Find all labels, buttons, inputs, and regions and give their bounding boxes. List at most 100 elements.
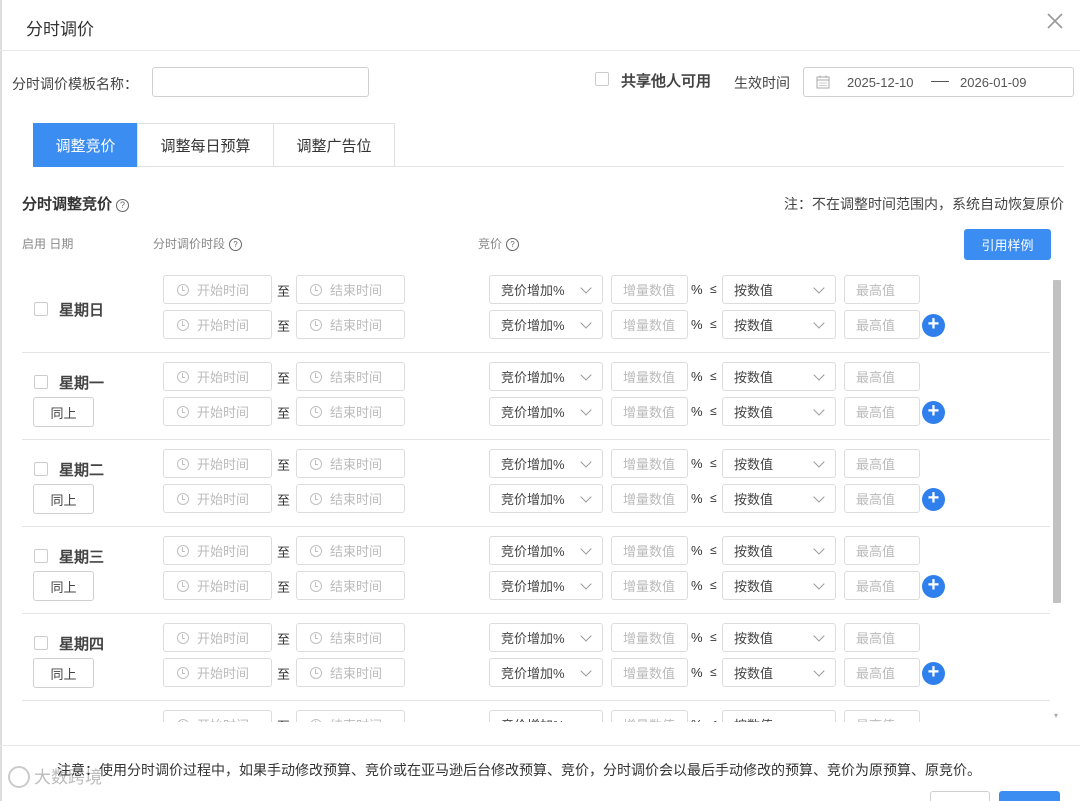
bid-mode-value: 竞价增加% [501, 283, 565, 298]
date-end[interactable]: 2026-01-09 [960, 75, 1027, 90]
start-time-input[interactable]: 开始时间 [163, 310, 272, 339]
bid-mode-select[interactable]: 竞价增加% [489, 362, 603, 391]
start-time-input[interactable]: 开始时间 [163, 362, 272, 391]
help-icon[interactable]: ? [506, 238, 520, 251]
end-time-input[interactable]: 结束时间 [296, 275, 405, 304]
end-time-input[interactable]: 结束时间 [296, 623, 405, 652]
day-enable-checkbox[interactable] [34, 462, 48, 476]
cap-mode-select[interactable]: 按数值 [722, 275, 836, 304]
cap-mode-select[interactable]: 按数值 [722, 658, 836, 687]
bid-mode-select[interactable]: 竞价增加% [489, 275, 603, 304]
template-name-input[interactable] [152, 67, 369, 97]
add-period-icon[interactable]: + [922, 401, 945, 424]
bid-mode-select[interactable]: 竞价增加% [489, 571, 603, 600]
end-time-input[interactable]: 结束时间 [296, 658, 405, 687]
confirm-button[interactable] [999, 791, 1060, 801]
same-as-above-button[interactable]: 同上 [33, 484, 94, 514]
use-sample-button[interactable]: 引用样例 [964, 229, 1051, 260]
max-value-input[interactable]: 最高值 [844, 310, 920, 339]
increase-value-input[interactable]: 增量数值 [611, 397, 688, 426]
scrollbar[interactable] [1053, 280, 1061, 603]
share-checkbox[interactable] [595, 72, 609, 86]
tab-adjust-placement[interactable]: 调整广告位 [273, 123, 395, 167]
max-value-input[interactable]: 最高值 [844, 275, 920, 304]
add-period-icon[interactable]: + [922, 662, 945, 685]
date-range-picker[interactable]: 2025-12-10 2026-01-09 [803, 67, 1074, 97]
cap-mode-select[interactable]: 按数值 [722, 710, 836, 722]
max-value-input[interactable]: 最高值 [844, 623, 920, 652]
max-value-input[interactable]: 最高值 [844, 449, 920, 478]
close-icon[interactable] [1044, 10, 1066, 32]
increase-value-input[interactable]: 增量数值 [611, 536, 688, 565]
start-time-input[interactable]: 开始时间 [163, 571, 272, 600]
start-time-input[interactable]: 开始时间 [163, 710, 272, 722]
help-icon[interactable]: ? [116, 199, 130, 212]
end-time-input[interactable]: 结束时间 [296, 484, 405, 513]
start-time-input[interactable]: 开始时间 [163, 623, 272, 652]
bid-mode-select[interactable]: 竞价增加% [489, 623, 603, 652]
bid-mode-select[interactable]: 竞价增加% [489, 484, 603, 513]
tab-adjust-daily-budget[interactable]: 调整每日预算 [137, 123, 274, 167]
add-period-icon[interactable]: + [922, 575, 945, 598]
increase-value-input[interactable]: 增量数值 [611, 623, 688, 652]
start-time-input[interactable]: 开始时间 [163, 484, 272, 513]
day-enable-checkbox[interactable] [34, 302, 48, 316]
add-period-icon[interactable]: + [922, 314, 945, 337]
cap-mode-select[interactable]: 按数值 [722, 310, 836, 339]
start-time-input[interactable]: 开始时间 [163, 658, 272, 687]
max-value-input[interactable]: 最高值 [844, 658, 920, 687]
same-as-above-button[interactable]: 同上 [33, 658, 94, 688]
tab-adjust-bid[interactable]: 调整竞价 [33, 123, 138, 167]
bid-mode-select[interactable]: 竞价增加% [489, 710, 603, 722]
scroll-down-icon[interactable]: ▾ [1054, 711, 1060, 720]
cap-mode-select[interactable]: 按数值 [722, 536, 836, 565]
increase-value-input[interactable]: 增量数值 [611, 275, 688, 304]
end-time-input[interactable]: 结束时间 [296, 310, 405, 339]
cap-mode-select[interactable]: 按数值 [722, 449, 836, 478]
end-time-input[interactable]: 结束时间 [296, 449, 405, 478]
bid-mode-select[interactable]: 竞价增加% [489, 310, 603, 339]
date-start[interactable]: 2025-12-10 [847, 75, 914, 90]
day-enable-checkbox[interactable] [34, 549, 48, 563]
cap-mode-select[interactable]: 按数值 [722, 484, 836, 513]
start-time-input[interactable]: 开始时间 [163, 275, 272, 304]
bid-mode-select[interactable]: 竞价增加% [489, 658, 603, 687]
max-value-input[interactable]: 最高值 [844, 710, 920, 722]
cap-mode-select[interactable]: 按数值 [722, 623, 836, 652]
cap-mode-select[interactable]: 按数值 [722, 397, 836, 426]
chevron-down-icon [813, 578, 825, 590]
max-value-input[interactable]: 最高值 [844, 536, 920, 565]
increase-value-input[interactable]: 增量数值 [611, 658, 688, 687]
max-value-input[interactable]: 最高值 [844, 362, 920, 391]
add-period-icon[interactable]: + [922, 488, 945, 511]
start-time-input[interactable]: 开始时间 [163, 397, 272, 426]
increase-value-input[interactable]: 增量数值 [611, 362, 688, 391]
same-as-above-button[interactable]: 同上 [33, 571, 94, 601]
day-enable-checkbox[interactable] [34, 636, 48, 650]
end-time-input[interactable]: 结束时间 [296, 397, 405, 426]
max-value-input[interactable]: 最高值 [844, 571, 920, 600]
increase-value-input[interactable]: 增量数值 [611, 710, 688, 722]
bid-mode-select[interactable]: 竞价增加% [489, 449, 603, 478]
start-time-input[interactable]: 开始时间 [163, 449, 272, 478]
max-value-input[interactable]: 最高值 [844, 484, 920, 513]
start-time-input[interactable]: 开始时间 [163, 536, 272, 565]
bid-mode-select[interactable]: 竞价增加% [489, 536, 603, 565]
cap-mode-select[interactable]: 按数值 [722, 362, 836, 391]
cap-mode-select[interactable]: 按数值 [722, 571, 836, 600]
end-time-input[interactable]: 结束时间 [296, 710, 405, 722]
increase-value-input[interactable]: 增量数值 [611, 449, 688, 478]
increase-value-input[interactable]: 增量数值 [611, 484, 688, 513]
max-value-input[interactable]: 最高值 [844, 397, 920, 426]
end-time-input[interactable]: 结束时间 [296, 362, 405, 391]
increase-value-input[interactable]: 增量数值 [611, 571, 688, 600]
cancel-button[interactable] [930, 791, 990, 801]
end-time-input[interactable]: 结束时间 [296, 536, 405, 565]
bid-mode-select[interactable]: 竞价增加% [489, 397, 603, 426]
help-icon[interactable]: ? [229, 238, 243, 251]
clock-icon [310, 579, 322, 592]
increase-value-input[interactable]: 增量数值 [611, 310, 688, 339]
day-enable-checkbox[interactable] [34, 375, 48, 389]
same-as-above-button[interactable]: 同上 [33, 397, 94, 427]
end-time-input[interactable]: 结束时间 [296, 571, 405, 600]
